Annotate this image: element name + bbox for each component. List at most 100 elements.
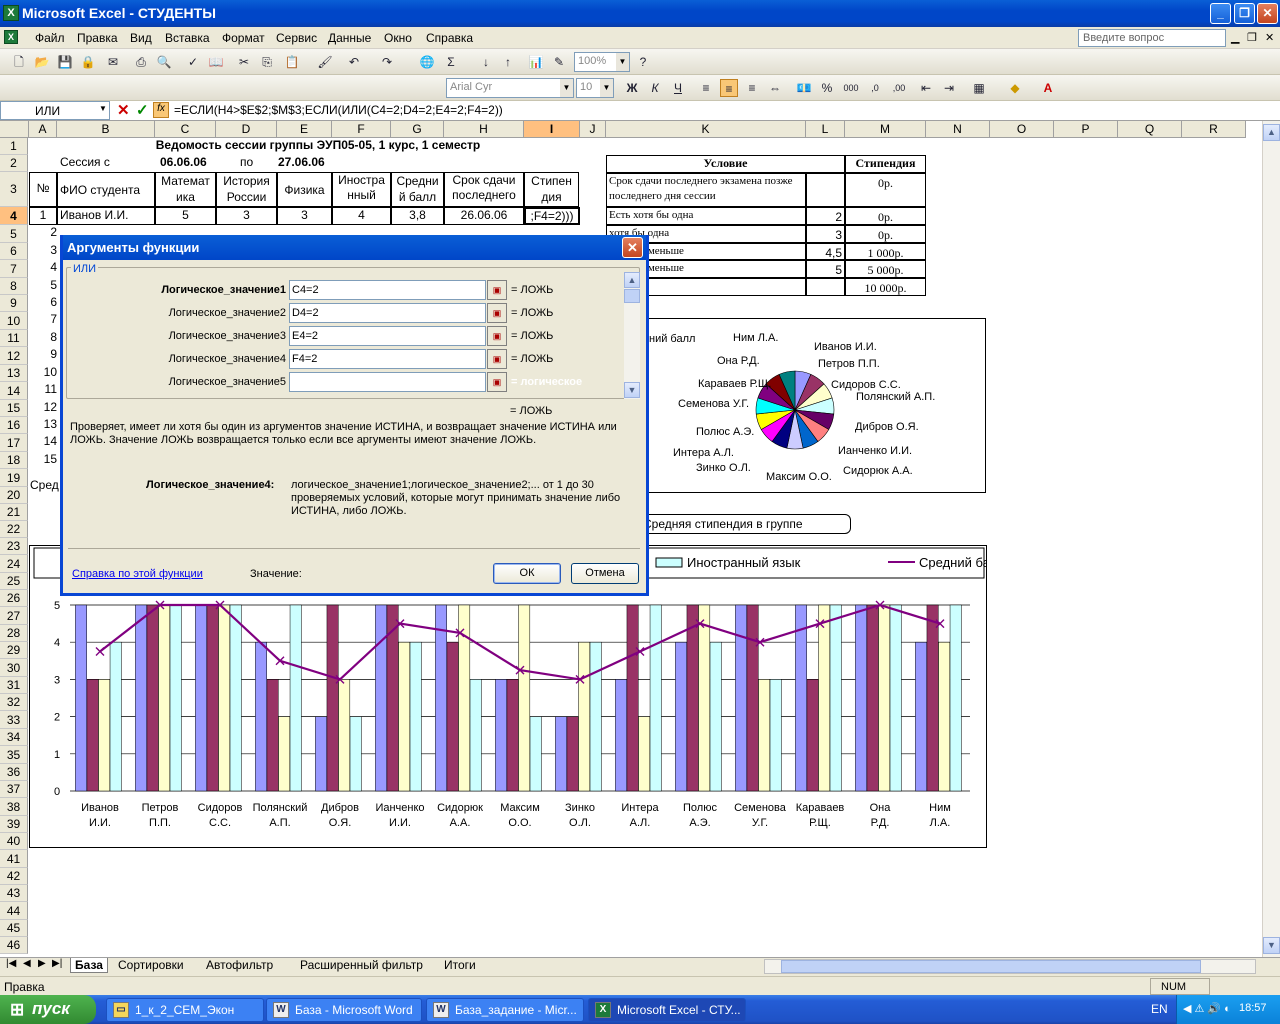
row-header-14[interactable]: 14	[0, 382, 28, 400]
row-header-12[interactable]: 12	[0, 347, 28, 365]
menu-insert[interactable]: Вставка	[165, 31, 210, 45]
row-number[interactable]: 15	[40, 452, 57, 466]
cell-a4[interactable]: 1	[29, 207, 57, 225]
args-scrollbar[interactable]: ▲ ▼	[624, 272, 640, 399]
row-number[interactable]: 13	[40, 417, 57, 431]
args-scroll-thumb[interactable]	[624, 289, 640, 303]
font-color-icon[interactable]: A	[1039, 79, 1057, 97]
column-header-B[interactable]: B	[57, 121, 155, 138]
column-header-I[interactable]: I	[524, 121, 580, 138]
ask-question-input[interactable]: Введите вопрос	[1078, 29, 1226, 47]
row-header-25[interactable]: 25	[0, 573, 28, 590]
row-number[interactable]: 14	[40, 434, 57, 448]
save-icon[interactable]: 💾	[56, 53, 74, 71]
research-icon[interactable]: 📖	[207, 53, 225, 71]
row-number[interactable]: 10	[40, 365, 57, 379]
align-right-icon[interactable]: ≡	[743, 79, 761, 97]
row-header-10[interactable]: 10	[0, 312, 28, 330]
insert-function-icon[interactable]: fx	[153, 102, 169, 118]
dialog-close-icon[interactable]: ✕	[622, 237, 643, 258]
column-header-J[interactable]: J	[580, 121, 606, 138]
collapse-dialog-icon[interactable]: ▣	[487, 372, 507, 392]
cell-g4[interactable]: 3,8	[391, 207, 444, 225]
collapse-dialog-icon[interactable]: ▣	[487, 349, 507, 369]
help-link[interactable]: Справка по этой функции	[72, 568, 203, 580]
row-number[interactable]: 3	[40, 243, 57, 257]
autosum-icon[interactable]: Σ	[442, 53, 460, 71]
row-header-3[interactable]: 3	[0, 172, 28, 207]
row-header-38[interactable]: 38	[0, 798, 28, 816]
cell-h4[interactable]: 26.06.06	[444, 207, 524, 225]
row-header-9[interactable]: 9	[0, 295, 28, 312]
arg-input-5[interactable]	[289, 372, 486, 392]
sort-desc-icon[interactable]: ↑	[499, 53, 517, 71]
row-header-42[interactable]: 42	[0, 868, 28, 885]
font-size-select[interactable]: 10 ▼	[576, 78, 614, 98]
row-header-33[interactable]: 33	[0, 711, 28, 729]
row-number[interactable]: 6	[40, 295, 57, 309]
increase-decimal-icon[interactable]: ,0	[866, 79, 884, 97]
row-number[interactable]: 8	[40, 330, 57, 344]
borders-icon[interactable]: ▦	[970, 79, 988, 97]
args-scroll-up-icon[interactable]: ▲	[624, 272, 640, 288]
menu-view[interactable]: Вид	[130, 31, 152, 45]
open-icon[interactable]: 📂	[33, 53, 51, 71]
column-header-F[interactable]: F	[332, 121, 391, 138]
row-number[interactable]: 2	[40, 225, 57, 239]
h-scroll-thumb[interactable]	[781, 960, 1201, 973]
column-header-L[interactable]: L	[806, 121, 845, 138]
bold-icon[interactable]: Ж	[623, 79, 641, 97]
increase-indent-icon[interactable]: ⇥	[940, 79, 958, 97]
sort-asc-icon[interactable]: ↓	[477, 53, 495, 71]
taskbar-word-task[interactable]: W База_задание - Micr...	[426, 998, 584, 1022]
menu-window[interactable]: Окно	[384, 31, 412, 45]
arg-input-1[interactable]: C4=2	[289, 280, 486, 300]
taskbar-word-baza[interactable]: W База - Microsoft Word	[266, 998, 422, 1022]
row-header-45[interactable]: 45	[0, 920, 28, 937]
maximize-button[interactable]: ❐	[1234, 3, 1255, 24]
row-header-23[interactable]: 23	[0, 538, 28, 555]
menu-tools[interactable]: Сервис	[276, 31, 317, 45]
zoom-select[interactable]: 100% ▼	[574, 52, 630, 72]
row-number[interactable]: 11	[40, 382, 57, 396]
pie-chart-area[interactable]: ний балл Ним Л.А. Иванов И.И. Петров П.П. О…	[620, 318, 986, 493]
row-header-20[interactable]: 20	[0, 487, 28, 504]
underline-icon[interactable]: Ч	[669, 79, 687, 97]
row-header-24[interactable]: 24	[0, 555, 28, 573]
help-icon[interactable]: ?	[634, 53, 652, 71]
cell-b4[interactable]: Иванов И.И.	[57, 207, 155, 225]
row-header-30[interactable]: 30	[0, 659, 28, 677]
column-header-O[interactable]: O	[990, 121, 1054, 138]
cell-i4-active[interactable]: ;F4=2)))	[524, 207, 580, 225]
format-painter-icon[interactable]: 🖌	[316, 53, 334, 71]
row-header-8[interactable]: 8	[0, 278, 28, 295]
column-header-M[interactable]: M	[845, 121, 926, 138]
name-box-dropdown-icon[interactable]: ▼	[99, 104, 107, 113]
row-header-40[interactable]: 40	[0, 833, 28, 850]
row-header-2[interactable]: 2	[0, 155, 28, 172]
column-header-E[interactable]: E	[277, 121, 332, 138]
row-number[interactable]: 5	[40, 278, 57, 292]
column-header-Q[interactable]: Q	[1118, 121, 1182, 138]
first-sheet-icon[interactable]: |◀	[6, 958, 16, 969]
column-header-A[interactable]: A	[29, 121, 57, 138]
currency-icon[interactable]: 💶	[795, 79, 813, 97]
menu-format[interactable]: Формат	[222, 31, 265, 45]
redo-icon[interactable]: ↷	[378, 53, 396, 71]
prev-sheet-icon[interactable]: ◀	[23, 958, 31, 969]
arg-input-3[interactable]: E4=2	[289, 326, 486, 346]
scroll-down-icon[interactable]: ▼	[1263, 937, 1280, 954]
taskbar-folder[interactable]: ▭ 1_к_2_СЕМ_Экон	[106, 998, 264, 1022]
cell-c4[interactable]: 5	[155, 207, 216, 225]
cell-e4[interactable]: 3	[277, 207, 332, 225]
formula-input[interactable]: =ЕСЛИ(H4>$E$2;$M$3;ЕСЛИ(ИЛИ(C4=2;D4=2;E4…	[174, 103, 503, 117]
spelling-icon[interactable]: ✓	[184, 53, 202, 71]
row-number[interactable]: 9	[40, 347, 57, 361]
font-name-select[interactable]: Arial Cyr ▼	[446, 78, 574, 98]
tab-autofilter[interactable]: Автофильтр	[206, 958, 273, 972]
row-header-29[interactable]: 29	[0, 642, 28, 659]
doc-minimize-icon[interactable]: ▁	[1231, 31, 1239, 44]
menu-data[interactable]: Данные	[328, 31, 371, 45]
row-header-41[interactable]: 41	[0, 850, 28, 868]
percent-icon[interactable]: %	[818, 79, 836, 97]
